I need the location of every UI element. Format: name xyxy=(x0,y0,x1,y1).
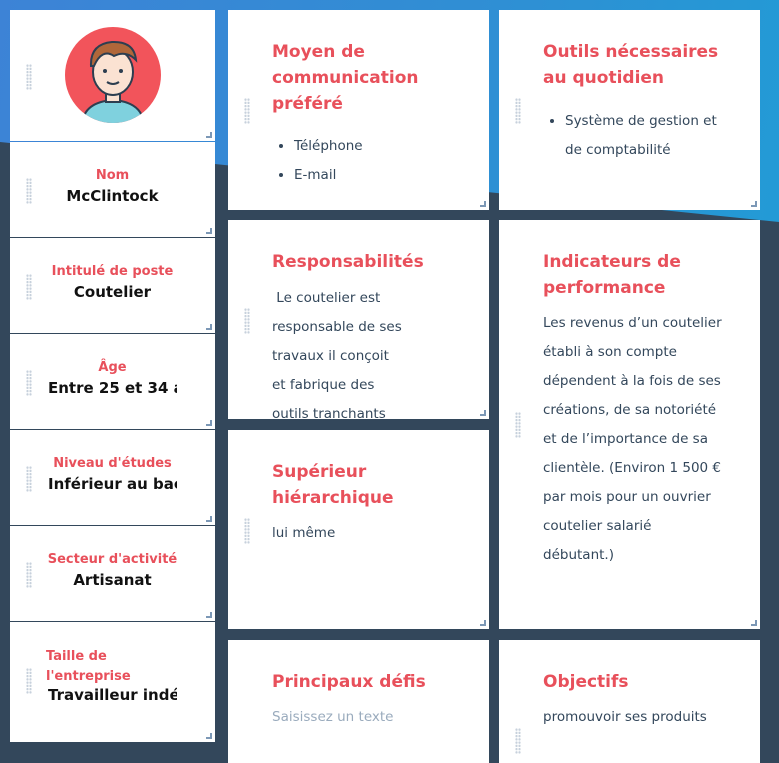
resize-handle-icon[interactable] xyxy=(480,410,486,416)
field-value[interactable]: Artisanat xyxy=(46,571,179,589)
card-title: Outils nécessaires au quotidien xyxy=(543,42,719,88)
field-card-secteur[interactable]: Secteur d'activité Artisanat xyxy=(10,526,215,621)
card-title: Indicateurs de performance xyxy=(543,252,681,298)
resize-handle-icon[interactable] xyxy=(206,324,212,330)
field-value[interactable]: Travailleur indépendant xyxy=(48,686,177,704)
drag-handle-icon[interactable] xyxy=(244,308,250,334)
field-value[interactable]: McClintock xyxy=(46,187,179,205)
card-text[interactable]: Le coutelier est responsable de ses trav… xyxy=(272,284,405,419)
card-superieur[interactable]: Supérieur hiérarchique lui même xyxy=(228,430,489,629)
field-label: Âge xyxy=(98,360,127,375)
resize-handle-icon[interactable] xyxy=(206,516,212,522)
field-value[interactable]: Entre 25 et 34 ans xyxy=(48,379,177,397)
card-title: Supérieur hiérarchique xyxy=(272,462,394,508)
field-label: Nom xyxy=(95,168,130,183)
list-item: Téléphone xyxy=(294,132,469,161)
field-label: Niveau d'études xyxy=(53,456,172,471)
resize-handle-icon[interactable] xyxy=(480,201,486,207)
resize-handle-icon[interactable] xyxy=(206,420,212,426)
list-item: Système de gestion et de comptabilité xyxy=(565,107,720,165)
list-item: E-mail xyxy=(294,161,469,190)
drag-handle-icon[interactable] xyxy=(26,64,32,90)
field-card-poste[interactable]: Intitulé de poste Coutelier xyxy=(10,238,215,333)
resize-handle-icon[interactable] xyxy=(751,620,757,626)
resize-handle-icon[interactable] xyxy=(206,228,212,234)
field-label: Intitulé de poste xyxy=(51,264,174,279)
card-text[interactable]: lui même xyxy=(272,519,449,548)
field-label: Taille de l'entreprise xyxy=(46,649,131,684)
field-card-age[interactable]: Âge Entre 25 et 34 ans xyxy=(10,334,215,429)
card-responsabilites[interactable]: Responsabilités Le coutelier est respons… xyxy=(228,220,489,419)
resize-handle-icon[interactable] xyxy=(480,620,486,626)
field-value[interactable]: Inférieur au baccalauréat xyxy=(48,475,177,493)
avatar-card[interactable] xyxy=(10,10,215,141)
resize-handle-icon[interactable] xyxy=(206,612,212,618)
drag-handle-icon[interactable] xyxy=(244,98,250,124)
drag-handle-icon[interactable] xyxy=(515,728,521,754)
field-card-taille[interactable]: Taille de l'entreprise Travailleur indép… xyxy=(10,622,215,742)
card-defis[interactable]: Principaux défis Saisissez un texte xyxy=(228,640,489,763)
drag-handle-icon[interactable] xyxy=(26,668,32,694)
card-text-input[interactable]: Saisissez un texte xyxy=(272,703,449,732)
card-communication[interactable]: Moyen de communication préféré Téléphone… xyxy=(228,10,489,210)
card-text[interactable]: promouvoir ses produits xyxy=(543,703,720,732)
resize-handle-icon[interactable] xyxy=(206,132,212,138)
drag-handle-icon[interactable] xyxy=(244,518,250,544)
resize-handle-icon[interactable] xyxy=(206,733,212,739)
card-list[interactable]: Téléphone E-mail xyxy=(272,132,469,190)
field-label: Secteur d'activité xyxy=(47,552,178,567)
resize-handle-icon[interactable] xyxy=(751,201,757,207)
card-title: Principaux défis xyxy=(272,672,426,692)
field-value[interactable]: Coutelier xyxy=(46,283,179,301)
person-avatar-icon[interactable] xyxy=(64,26,162,124)
card-list[interactable]: Système de gestion et de comptabilité xyxy=(543,107,720,165)
card-outils[interactable]: Outils nécessaires au quotidien Système … xyxy=(499,10,760,210)
card-indicateurs[interactable]: Indicateurs de performance Les revenus d… xyxy=(499,220,760,629)
field-card-etudes[interactable]: Niveau d'études Inférieur au baccalauréa… xyxy=(10,430,215,525)
drag-handle-icon[interactable] xyxy=(515,412,521,438)
drag-handle-icon[interactable] xyxy=(515,98,521,124)
card-title: Objectifs xyxy=(543,672,629,692)
card-objectifs[interactable]: Objectifs promouvoir ses produits xyxy=(499,640,760,763)
card-title: Moyen de communication préféré xyxy=(272,42,419,114)
field-card-nom[interactable]: Nom McClintock xyxy=(10,142,215,237)
card-title: Responsabilités xyxy=(272,252,424,272)
card-text[interactable]: Les revenus d’un coutelier établi à son … xyxy=(543,309,724,570)
